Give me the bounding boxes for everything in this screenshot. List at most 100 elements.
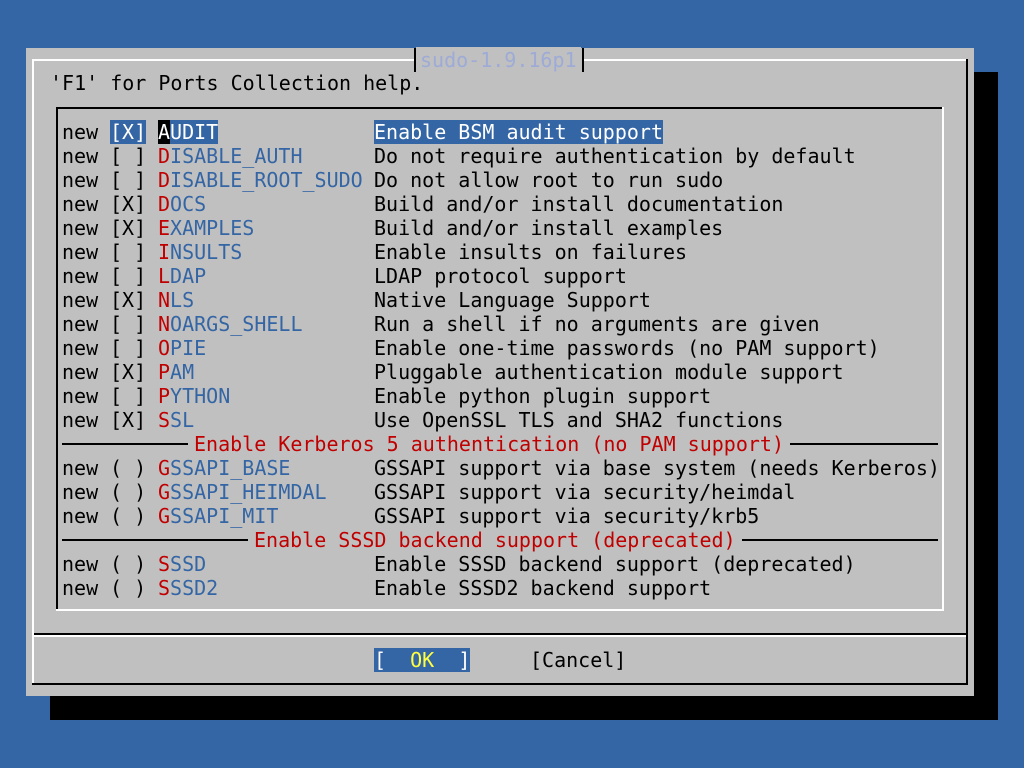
option-status: new	[62, 336, 99, 360]
option-checkbox[interactable]: [ ]	[110, 240, 146, 264]
ok-bracket-left: [	[374, 648, 387, 672]
option-description: Enable SSSD backend support (deprecated)	[374, 552, 856, 576]
option-row[interactable]: new [X] AUDIT Enable BSM audit support	[62, 120, 663, 144]
option-name-rest: SSD2	[170, 576, 219, 600]
dialog-border-top-right	[584, 59, 968, 61]
dialog-border-bottom	[32, 683, 968, 685]
ok-button[interactable]: [ OK ]	[374, 648, 470, 672]
option-name: INSULTS	[158, 240, 242, 264]
option-checkbox[interactable]: [X]	[110, 360, 146, 384]
option-hotkey: D	[158, 168, 171, 192]
option-hotkey: N	[158, 312, 171, 336]
option-name: AUDIT	[158, 120, 219, 144]
option-row[interactable]: new [ ] INSULTS Enable insults on failur…	[62, 240, 687, 264]
option-row[interactable]: new [ ] LDAP LDAP protocol support	[62, 264, 627, 288]
option-row[interactable]: new [ ] OPIE Enable one-time passwords (…	[62, 336, 880, 360]
option-hotkey: P	[158, 384, 171, 408]
option-name-rest: XAMPLES	[170, 216, 255, 240]
option-checkbox[interactable]: [ ]	[110, 264, 146, 288]
option-status: new	[62, 408, 99, 432]
option-description: Do not require authentication by default	[374, 144, 856, 168]
option-status: new	[62, 144, 99, 168]
option-checkbox[interactable]: [ ]	[110, 312, 146, 336]
option-name: GSSAPI_MIT	[158, 504, 278, 528]
option-name: SSL	[158, 408, 194, 432]
option-radio[interactable]: ( )	[110, 576, 146, 600]
option-name: EXAMPLES	[158, 216, 254, 240]
option-status: new	[62, 576, 99, 600]
option-description: Use OpenSSL TLS and SHA2 functions	[374, 408, 784, 432]
option-status: new	[62, 168, 99, 192]
option-row[interactable]: new [X] PAM Pluggable authentication mod…	[62, 360, 844, 384]
option-name-rest: AM	[170, 360, 195, 384]
list-border-left	[56, 107, 58, 611]
option-name: NOARGS_SHELL	[158, 312, 303, 336]
option-name: GSSAPI_HEIMDAL	[158, 480, 327, 504]
option-row[interactable]: new [ ] DISABLE_AUTH Do not require auth…	[62, 144, 856, 168]
option-hotkey: O	[158, 336, 171, 360]
option-radio[interactable]: ( )	[110, 504, 146, 528]
option-name: DOCS	[158, 192, 206, 216]
option-row[interactable]: new ( ) SSSD2 Enable SSSD2 backend suppo…	[62, 576, 711, 600]
option-hotkey: S	[158, 408, 171, 432]
option-status: new	[62, 288, 99, 312]
option-hotkey: D	[158, 192, 171, 216]
group-label: Enable Kerberos 5 authentication (no PAM…	[188, 432, 791, 456]
option-row[interactable]: new ( ) GSSAPI_HEIMDAL GSSAPI support vi…	[62, 480, 795, 504]
option-name-rest: SSAPI_MIT	[170, 504, 279, 528]
option-radio[interactable]: ( )	[110, 456, 146, 480]
option-checkbox[interactable]: [ ]	[110, 384, 146, 408]
option-row[interactable]: new [X] EXAMPLES Build and/or install ex…	[62, 216, 723, 240]
help-text: 'F1' for Ports Collection help.	[50, 71, 424, 95]
option-status: new	[62, 360, 99, 384]
option-row[interactable]: new [X] SSL Use OpenSSL TLS and SHA2 fun…	[62, 408, 783, 432]
option-checkbox[interactable]: [X]	[110, 408, 146, 432]
option-hotkey: G	[158, 480, 171, 504]
cancel-button[interactable]: [Cancel]	[530, 648, 626, 672]
option-name: DISABLE_AUTH	[158, 144, 303, 168]
option-name: SSSD	[158, 552, 206, 576]
option-row[interactable]: new [ ] PYTHON Enable python plugin supp…	[62, 384, 711, 408]
option-hotkey: N	[158, 288, 171, 312]
option-status: new	[62, 240, 99, 264]
option-checkbox[interactable]: [ ]	[110, 144, 146, 168]
option-hotkey: L	[158, 264, 171, 288]
option-description: Enable SSSD2 backend support	[374, 576, 712, 600]
option-row[interactable]: new [ ] DISABLE_ROOT_SUDO Do not allow r…	[62, 168, 723, 192]
option-name: OPIE	[158, 336, 206, 360]
option-name-rest: OARGS_SHELL	[170, 312, 303, 336]
option-row[interactable]: new ( ) SSSD Enable SSSD backend support…	[62, 552, 856, 576]
option-hotkey: D	[158, 144, 171, 168]
option-name-rest: UDIT	[170, 120, 219, 144]
option-name-rest: ISABLE_AUTH	[170, 144, 303, 168]
option-checkbox[interactable]: [ ]	[110, 168, 146, 192]
option-description: Run a shell if no arguments are given	[374, 312, 820, 336]
option-radio[interactable]: ( )	[110, 480, 146, 504]
option-checkbox[interactable]: [ ]	[110, 336, 146, 360]
option-description: Do not allow root to run sudo	[374, 168, 724, 192]
option-row[interactable]: new ( ) GSSAPI_BASE GSSAPI support via b…	[62, 456, 940, 480]
option-checkbox[interactable]: [X]	[110, 120, 146, 144]
terminal-screen: sudo-1.9.16p1 'F1' for Ports Collection …	[0, 0, 1024, 768]
option-name-rest: ISABLE_ROOT_SUDO	[170, 168, 363, 192]
option-checkbox[interactable]: [X]	[110, 288, 146, 312]
group-separator-kerberos: Enable Kerberos 5 authentication (no PAM…	[62, 432, 938, 456]
option-status: new	[62, 552, 99, 576]
option-row[interactable]: new [X] NLS Native Language Support	[62, 288, 651, 312]
option-row[interactable]: new ( ) GSSAPI_MIT GSSAPI support via se…	[62, 504, 759, 528]
option-status: new	[62, 480, 99, 504]
option-checkbox[interactable]: [X]	[110, 192, 146, 216]
option-row[interactable]: new [ ] NOARGS_SHELL Run a shell if no a…	[62, 312, 820, 336]
option-hotkey: S	[158, 552, 171, 576]
option-name: PAM	[158, 360, 194, 384]
option-name-rest: SSAPI_BASE	[170, 456, 291, 480]
option-name-rest: LS	[170, 288, 195, 312]
option-description: Build and/or install examples	[374, 216, 724, 240]
option-row[interactable]: new [X] DOCS Build and/or install docume…	[62, 192, 783, 216]
option-description: GSSAPI support via security/heimdal	[374, 480, 796, 504]
option-name: PYTHON	[158, 384, 230, 408]
option-name: NLS	[158, 288, 194, 312]
option-name-rest: YTHON	[170, 384, 231, 408]
option-checkbox[interactable]: [X]	[110, 216, 146, 240]
option-radio[interactable]: ( )	[110, 552, 146, 576]
